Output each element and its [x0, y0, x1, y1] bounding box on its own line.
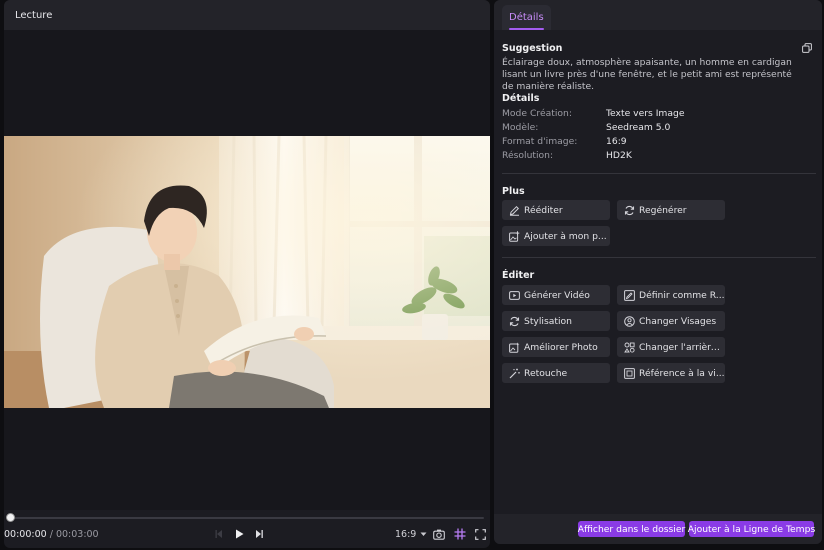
total-time: 00:03:00 — [55, 528, 99, 540]
preview-area — [4, 30, 490, 510]
face-swap-icon — [623, 315, 635, 327]
copy-icon[interactable] — [802, 43, 812, 56]
details-panel: Détails Suggestion Éclairage doux, atmos… — [494, 0, 822, 544]
tab-details-label: Détails — [509, 12, 544, 23]
editer-title: Éditer — [502, 270, 535, 281]
time-display: 00:00:00 / 00:03:00 — [4, 529, 99, 540]
player-panel: Lecture 00:00:00 / 00:03:00 16:9 — [4, 0, 490, 548]
show-in-folder-button[interactable]: Afficher dans le dossier — [578, 521, 685, 537]
details-footer: Afficher dans le dossier Ajouter à la Li… — [494, 514, 822, 544]
detail-label-model: Modèle: — [502, 122, 539, 133]
detail-label-format: Format d'image: — [502, 136, 578, 147]
scrubber-track[interactable] — [10, 517, 484, 519]
video-icon — [508, 289, 520, 301]
next-frame-icon[interactable] — [254, 524, 264, 544]
reedit-button[interactable]: Rééditer — [502, 200, 610, 220]
set-as-reference-button[interactable]: Définir comme R... — [617, 285, 725, 305]
detail-value-mode: Texte vers Image — [606, 108, 685, 119]
change-background-button[interactable]: Changer l'arrière... — [617, 337, 725, 357]
divider — [502, 173, 816, 174]
player-title: Lecture — [15, 9, 53, 21]
image-edit-icon — [623, 289, 635, 301]
reference-icon — [623, 367, 635, 379]
detail-value-model: Seedream 5.0 — [606, 122, 671, 133]
player-header: Lecture — [4, 0, 490, 30]
detail-label-mode: Mode Création: — [502, 108, 572, 119]
player-controls: 00:00:00 / 00:03:00 16:9 — [4, 524, 490, 544]
enhance-photo-button[interactable]: Améliorer Photo — [502, 337, 610, 357]
add-to-timeline-button[interactable]: Ajouter à la Ligne de Temps — [688, 521, 815, 537]
play-icon[interactable] — [233, 524, 245, 544]
magic-wand-icon — [508, 367, 520, 379]
change-faces-button[interactable]: Changer Visages — [617, 311, 725, 331]
add-to-project-button[interactable]: Ajouter à mon p... — [502, 226, 610, 246]
enhance-icon — [508, 341, 520, 353]
detail-value-resolution: HD2K — [606, 150, 632, 161]
tab-bar: Détails — [494, 0, 822, 30]
current-time: 00:00:00 — [4, 528, 47, 540]
aspect-ratio-select[interactable]: 16:9 — [395, 524, 427, 544]
aspect-ratio-value: 16:9 — [395, 528, 417, 540]
fullscreen-icon[interactable] — [475, 524, 486, 544]
time-separator: / — [49, 528, 53, 540]
scrubber-handle[interactable] — [6, 513, 15, 522]
add-image-icon — [508, 230, 520, 242]
suggestion-text: Éclairage doux, atmosphère apaisante, un… — [502, 57, 792, 92]
generate-video-button[interactable]: Générer Vidéo — [502, 285, 610, 305]
detail-label-resolution: Résolution: — [502, 150, 554, 161]
details-title: Détails — [502, 93, 540, 104]
background-icon — [623, 341, 635, 353]
reference-video-button[interactable]: Référence à la vi... — [617, 363, 725, 383]
tab-details[interactable]: Détails — [502, 5, 551, 30]
divider — [502, 257, 816, 258]
timeline-scrubber[interactable] — [4, 513, 490, 522]
stylization-button[interactable]: Stylisation — [502, 311, 610, 331]
detail-value-format: 16:9 — [606, 136, 627, 147]
refresh-icon — [623, 204, 635, 216]
regenerate-button[interactable]: Regénérer — [617, 200, 725, 220]
suggestion-title: Suggestion — [502, 43, 563, 54]
preview-image — [4, 136, 490, 408]
camera-icon[interactable] — [433, 524, 445, 544]
grid-icon[interactable] — [454, 524, 466, 544]
chevron-down-icon — [420, 529, 427, 540]
plus-title: Plus — [502, 186, 525, 197]
retouch-button[interactable]: Retouche — [502, 363, 610, 383]
previous-frame-icon[interactable] — [214, 524, 224, 544]
refresh-icon — [508, 315, 520, 327]
pencil-icon — [508, 204, 520, 216]
